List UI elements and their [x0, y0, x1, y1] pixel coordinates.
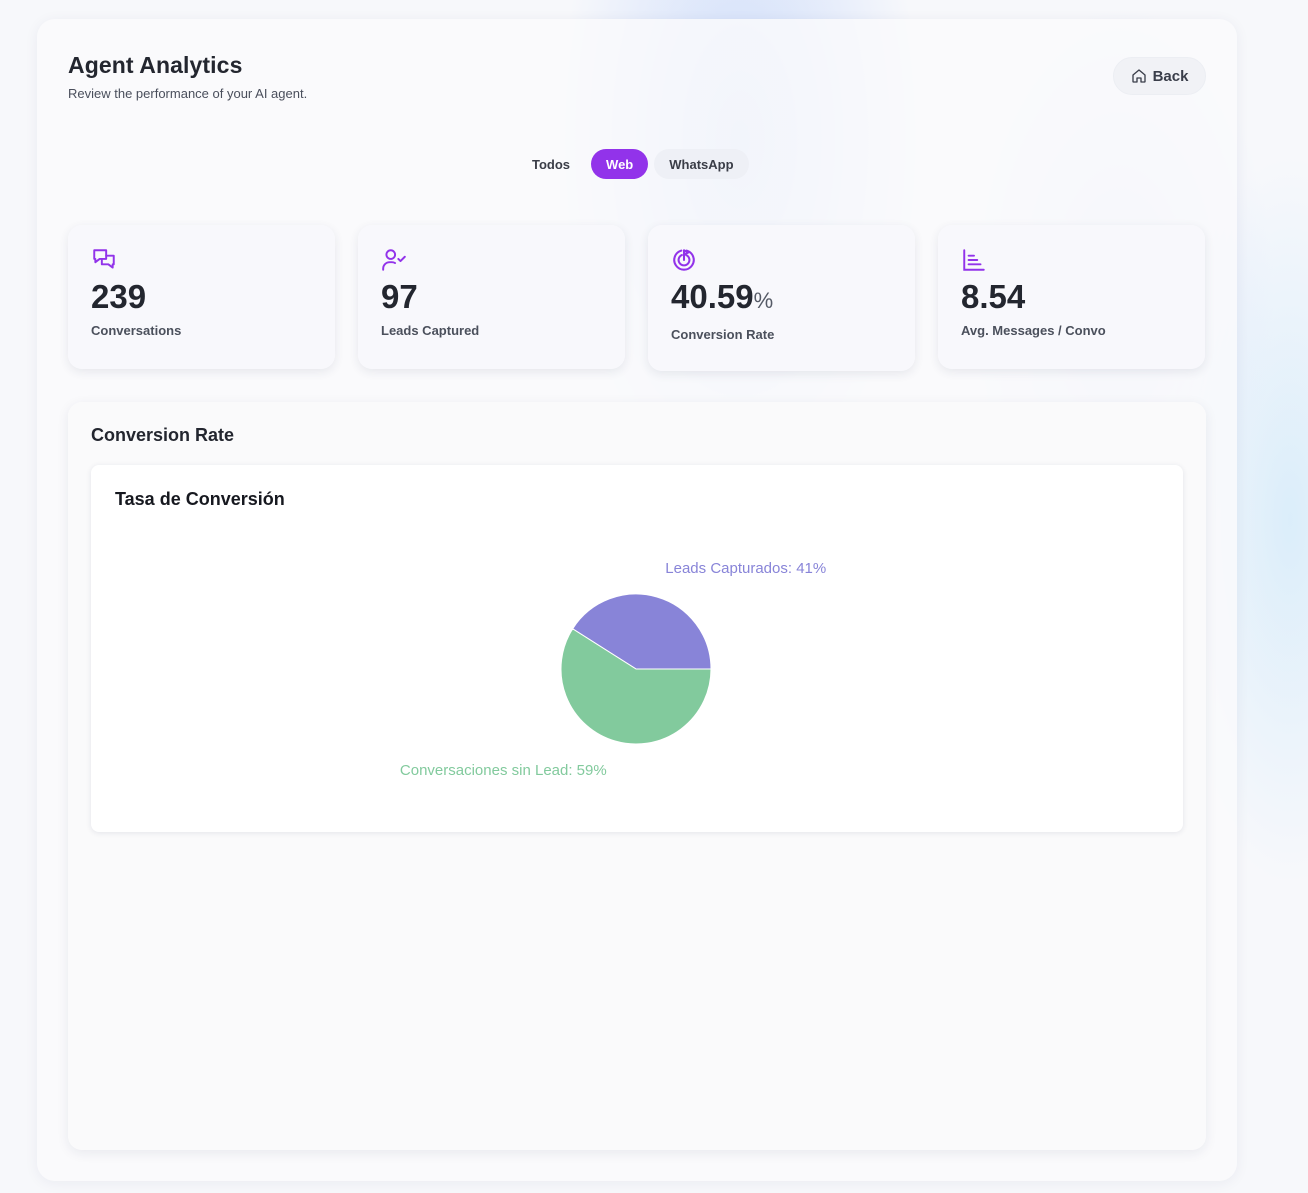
stat-card-conversations: 239 Conversations: [68, 225, 335, 369]
home-icon: [1131, 69, 1146, 83]
tab-web[interactable]: Web: [591, 149, 649, 179]
tab-whatsapp[interactable]: WhatsApp: [654, 149, 749, 179]
stat-label: Avg. Messages / Convo: [961, 323, 1106, 338]
chat-bubbles-icon: [93, 249, 115, 269]
stat-label: Conversations: [91, 323, 182, 338]
stat-value: 97: [381, 278, 418, 315]
pie-chart: Leads Capturados: 41% Conversaciones sin …: [400, 560, 826, 779]
page-subtitle: Review the performance of your AI agent.: [68, 86, 308, 101]
pie-label-1: Conversaciones sin Lead: 59%: [400, 762, 607, 779]
pie-chart-card: Tasa de Conversión Leads Capturados: 41%…: [91, 465, 1183, 832]
conversion-rate-panel: Conversion Rate Tasa de Conversión Leads…: [68, 402, 1206, 1150]
bar-chart-icon: [963, 249, 985, 271]
stat-label: Conversion Rate: [671, 327, 775, 342]
stat-card-avg-messages: 8.54 Avg. Messages / Convo: [938, 225, 1205, 369]
stat-label: Leads Captured: [381, 323, 480, 338]
channel-tabs: Todos Web WhatsApp: [517, 148, 749, 180]
stat-value: 239: [91, 278, 147, 315]
stat-card-conversion-rate: 40.59% Conversion Rate: [648, 225, 915, 371]
stat-unit: %: [753, 288, 774, 313]
tab-todos[interactable]: Todos: [517, 149, 585, 179]
stat-value: 8.54: [961, 278, 1026, 315]
stat-card-leads: 97 Leads Captured: [358, 225, 625, 369]
target-icon: [673, 249, 695, 271]
back-button-label: Back: [1152, 67, 1189, 85]
analytics-container: Agent Analytics Review the performance o…: [37, 19, 1237, 1181]
page-title: Agent Analytics: [68, 52, 243, 78]
back-button[interactable]: Back: [1113, 57, 1206, 95]
user-check-icon: [382, 249, 406, 271]
stat-value: 40.59%: [671, 278, 774, 315]
panel-title: Conversion Rate: [91, 425, 235, 445]
pie-label-0: Leads Capturados: 41%: [665, 560, 826, 577]
